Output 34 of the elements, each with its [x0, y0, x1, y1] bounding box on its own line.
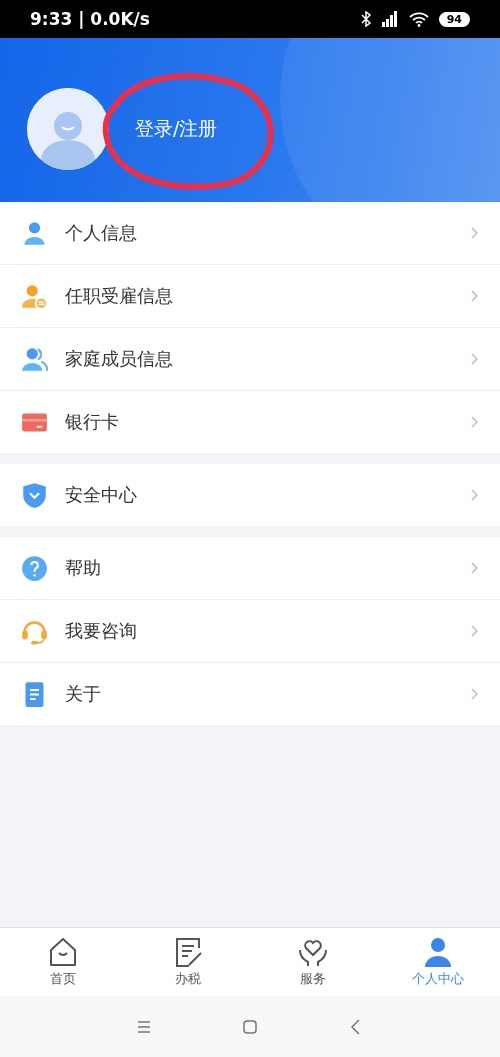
menu-item[interactable]: 个人信息 [0, 202, 500, 265]
menu-item[interactable]: 帮助 [0, 537, 500, 600]
menu-item[interactable]: 关于 [0, 663, 500, 725]
tab[interactable]: 服务 [250, 928, 375, 996]
home-square-icon[interactable] [242, 1018, 258, 1035]
chevron-right-icon [470, 489, 478, 501]
tab[interactable]: 首页 [0, 928, 125, 996]
menu-item[interactable]: 任职受雇信息 [0, 265, 500, 328]
signal-icon [380, 11, 399, 27]
shield-icon [21, 481, 48, 509]
menu-item[interactable]: 银行卡 [0, 391, 500, 453]
tab[interactable]: 办税 [125, 928, 250, 996]
chevron-right-icon [470, 353, 478, 365]
menu-item[interactable]: 家庭成员信息 [0, 328, 500, 391]
menu-item[interactable]: 安全中心 [0, 464, 500, 526]
chevron-right-icon [470, 562, 478, 574]
chevron-right-icon [470, 227, 478, 239]
bluetooth-icon [360, 11, 371, 27]
tab[interactable]: 个人中心 [375, 928, 500, 996]
chevron-right-icon [470, 290, 478, 302]
status-time: 9:33 | 0.0K/s [30, 9, 150, 29]
help-icon [21, 554, 48, 582]
chevron-right-icon [470, 688, 478, 700]
menu-icon[interactable] [136, 1018, 152, 1035]
avatar-icon [27, 88, 109, 170]
wifi-icon [408, 11, 429, 27]
login-register-link[interactable]: 登录/注册 [135, 116, 218, 142]
chevron-right-icon [470, 416, 478, 428]
battery-level: 94 [438, 11, 470, 27]
people-icon [21, 345, 48, 373]
person-icon [21, 219, 48, 247]
person-badge-icon [21, 282, 48, 310]
chevron-right-icon [470, 625, 478, 637]
menu-item[interactable]: 我要咨询 [0, 600, 500, 663]
